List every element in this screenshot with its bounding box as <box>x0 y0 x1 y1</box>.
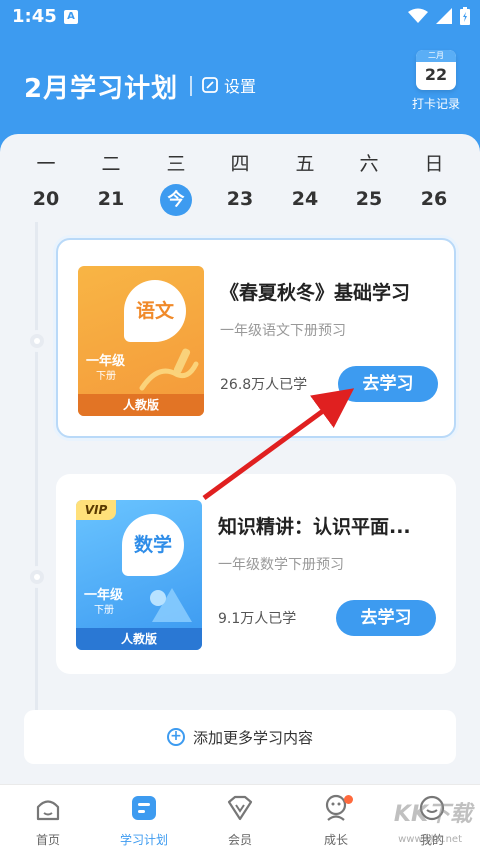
cover-term: 下册 <box>94 605 114 616</box>
tab-label: 会员 <box>227 833 252 847</box>
day-thu[interactable]: 四 23 <box>208 150 272 216</box>
settings-label: 设置 <box>224 77 257 96</box>
tab-vip[interactable]: 会员 <box>192 793 288 848</box>
checkin-label: 打卡记录 <box>411 97 460 111</box>
page-title: 2月学习计划 <box>24 74 179 104</box>
tab-label: 学习计划 <box>119 833 168 847</box>
tab-label: 成长 <box>323 833 348 847</box>
signal-icon <box>436 8 452 24</box>
edit-icon <box>202 77 218 93</box>
status-icons <box>408 7 470 25</box>
plan-content: 一 20 二 21 三 今 四 23 五 24 六 25 日 26 语文 一年级… <box>0 134 480 784</box>
tab-growth[interactable]: 成长 <box>288 793 384 848</box>
cover-term: 下册 <box>96 371 116 382</box>
timeline-line <box>35 222 38 722</box>
weekday-label: 三 <box>166 153 186 175</box>
course-title: 《春夏秋冬》基础学习 <box>220 282 411 304</box>
wifi-icon <box>408 8 428 23</box>
day-sat[interactable]: 六 25 <box>337 150 401 216</box>
date-label: 26 <box>420 188 448 210</box>
calendar-month: 二月 <box>416 50 456 62</box>
learner-count: 26.8万人已学 <box>220 377 308 393</box>
cover-subject: 数学 <box>133 534 172 556</box>
timeline-node <box>26 330 48 352</box>
course-card[interactable]: 语文 一年级 下册 人教版 《春夏秋冬》基础学习 一年级语文下册预习 26.8万… <box>56 238 456 438</box>
settings-button[interactable]: 设置 <box>202 73 256 97</box>
learner-count: 9.1万人已学 <box>218 611 297 627</box>
tab-study-plan[interactable]: 学习计划 <box>96 793 192 848</box>
today-badge: 今 <box>160 184 192 216</box>
date-label: 25 <box>355 188 383 210</box>
course-cover: 语文 一年级 下册 人教版 <box>78 266 204 416</box>
timeline-node <box>26 566 48 588</box>
day-tue[interactable]: 二 21 <box>79 150 143 216</box>
checkin-record-button[interactable]: 二月 22 打卡记录 <box>404 50 468 112</box>
notification-icon: A <box>64 10 78 24</box>
weekday-label: 六 <box>359 153 379 175</box>
day-sun[interactable]: 日 26 <box>402 150 466 216</box>
start-learning-button[interactable]: 去学习 <box>338 366 438 402</box>
vip-icon <box>227 795 253 821</box>
weekday-label: 日 <box>424 153 444 175</box>
watermark-url: www.kkx.net <box>398 834 462 845</box>
notification-dot <box>344 795 353 804</box>
course-card[interactable]: VIP 数学 一年级 下册 人教版 知识精讲：认识平面... 一年级数学下册预习… <box>56 474 456 674</box>
weekday-label: 一 <box>36 153 56 175</box>
day-wed-today[interactable]: 三 今 <box>144 150 208 216</box>
week-strip: 一 20 二 21 三 今 四 23 五 24 六 25 日 26 <box>14 150 466 220</box>
date-label: 24 <box>291 188 319 210</box>
course-subtitle: 一年级语文下册预习 <box>220 323 346 339</box>
cover-publisher: 人教版 <box>76 628 202 650</box>
course-cover: VIP 数学 一年级 下册 人教版 <box>76 500 202 650</box>
status-time: 1:45 <box>12 6 57 27</box>
date-label: 21 <box>97 188 125 210</box>
cover-publisher: 人教版 <box>78 394 204 416</box>
shapes-illustration <box>150 588 192 622</box>
calendar-day: 22 <box>424 65 448 84</box>
plus-circle-icon: + <box>166 728 185 746</box>
day-fri[interactable]: 五 24 <box>273 150 337 216</box>
cover-subject: 语文 <box>135 300 174 322</box>
date-label: 23 <box>226 188 254 210</box>
vip-badge: VIP <box>76 500 116 520</box>
weekday-label: 五 <box>295 153 315 175</box>
add-more-content-button[interactable]: + 添加更多学习内容 <box>24 710 456 764</box>
tab-home[interactable]: 首页 <box>0 793 96 848</box>
calendar-icon: 二月 22 <box>416 50 456 90</box>
home-icon <box>36 800 60 821</box>
start-learning-button[interactable]: 去学习 <box>336 600 436 636</box>
divider <box>190 76 192 96</box>
date-label: 20 <box>32 188 60 210</box>
plan-header: 2月学习计划 设置 二月 22 打卡记录 <box>0 34 480 130</box>
weekday-label: 四 <box>230 153 250 175</box>
brush-illustration <box>139 348 199 391</box>
course-subtitle: 一年级数学下册预习 <box>218 557 344 573</box>
study-plan-icon <box>132 796 156 820</box>
battery-icon <box>460 7 470 25</box>
add-more-label: 添加更多学习内容 <box>192 728 313 747</box>
date-label: 今 <box>144 182 208 216</box>
course-title: 知识精讲：认识平面... <box>218 516 411 538</box>
status-bar: 1:45 A <box>0 0 480 34</box>
weekday-label: 二 <box>101 153 121 175</box>
day-mon[interactable]: 一 20 <box>14 150 78 216</box>
tab-label: 首页 <box>35 833 60 847</box>
watermark-logo: KK下载 <box>393 802 472 827</box>
